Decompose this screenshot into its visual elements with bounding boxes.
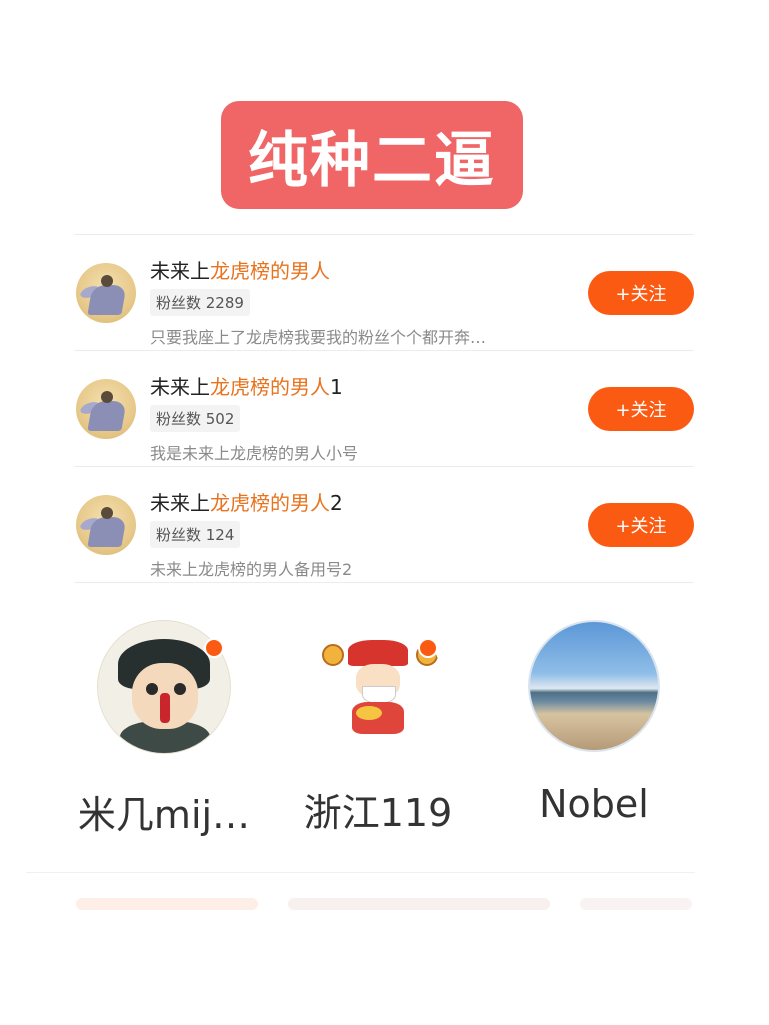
user-avatar[interactable] bbox=[76, 495, 136, 555]
search-result-list: 未来上龙虎榜的男人 粉丝数 2289 只要我座上了龙虎榜我要我的粉丝个个都开奔…… bbox=[74, 234, 694, 583]
name-highlight: 龙虎榜的男人 bbox=[210, 259, 330, 283]
user-name[interactable]: 未来上龙虎榜的男人2 bbox=[150, 487, 343, 516]
name-highlight: 龙虎榜的男人 bbox=[210, 375, 330, 399]
banner-text: 纯种二逼 bbox=[248, 125, 496, 196]
fans-count-badge: 粉丝数 124 bbox=[150, 521, 241, 548]
user-avatar[interactable] bbox=[76, 379, 136, 439]
user-description: 我是未来上龙虎榜的男人小号 bbox=[150, 444, 359, 463]
list-item[interactable]: 未来上龙虎榜的男人2 粉丝数 124 未来上龙虎榜的男人备用号2 +关注 bbox=[74, 466, 694, 583]
user-card-name[interactable]: 米几mij… bbox=[64, 784, 264, 839]
user-card[interactable]: Nobel bbox=[494, 620, 694, 826]
list-item[interactable]: 未来上龙虎榜的男人1 粉丝数 502 我是未来上龙虎榜的男人小号 +关注 bbox=[74, 350, 694, 466]
fans-count-badge: 粉丝数 2289 bbox=[150, 289, 250, 316]
tab-placeholder[interactable] bbox=[76, 898, 258, 910]
user-card[interactable]: 浙江119 bbox=[278, 620, 478, 837]
user-description: 只要我座上了龙虎榜我要我的粉丝个个都开奔… bbox=[150, 328, 487, 347]
tab-placeholder[interactable] bbox=[288, 898, 550, 910]
fans-count-badge: 粉丝数 502 bbox=[150, 405, 241, 432]
unread-dot bbox=[204, 638, 224, 658]
user-name[interactable]: 未来上龙虎榜的男人 bbox=[150, 255, 330, 284]
beach-landscape-avatar[interactable] bbox=[528, 620, 660, 752]
recent-users-row: 米几mij… 浙江119 Nobel bbox=[0, 620, 769, 850]
tab-placeholder[interactable] bbox=[580, 898, 692, 910]
follow-button[interactable]: +关注 bbox=[588, 387, 694, 431]
follow-button[interactable]: +关注 bbox=[588, 271, 694, 315]
list-item[interactable]: 未来上龙虎榜的男人 粉丝数 2289 只要我座上了龙虎榜我要我的粉丝个个都开奔…… bbox=[74, 234, 694, 350]
divider bbox=[26, 872, 695, 873]
follow-button[interactable]: +关注 bbox=[588, 503, 694, 547]
user-description: 未来上龙虎榜的男人备用号2 bbox=[150, 560, 353, 579]
user-card-name[interactable]: Nobel bbox=[494, 782, 694, 826]
user-card[interactable]: 米几mij… bbox=[64, 620, 264, 839]
user-avatar[interactable] bbox=[76, 263, 136, 323]
title-banner: 纯种二逼 bbox=[221, 101, 523, 209]
name-highlight: 龙虎榜的男人 bbox=[210, 491, 330, 515]
user-name[interactable]: 未来上龙虎榜的男人1 bbox=[150, 371, 343, 400]
user-card-name[interactable]: 浙江119 bbox=[278, 782, 478, 837]
unread-dot bbox=[418, 638, 438, 658]
